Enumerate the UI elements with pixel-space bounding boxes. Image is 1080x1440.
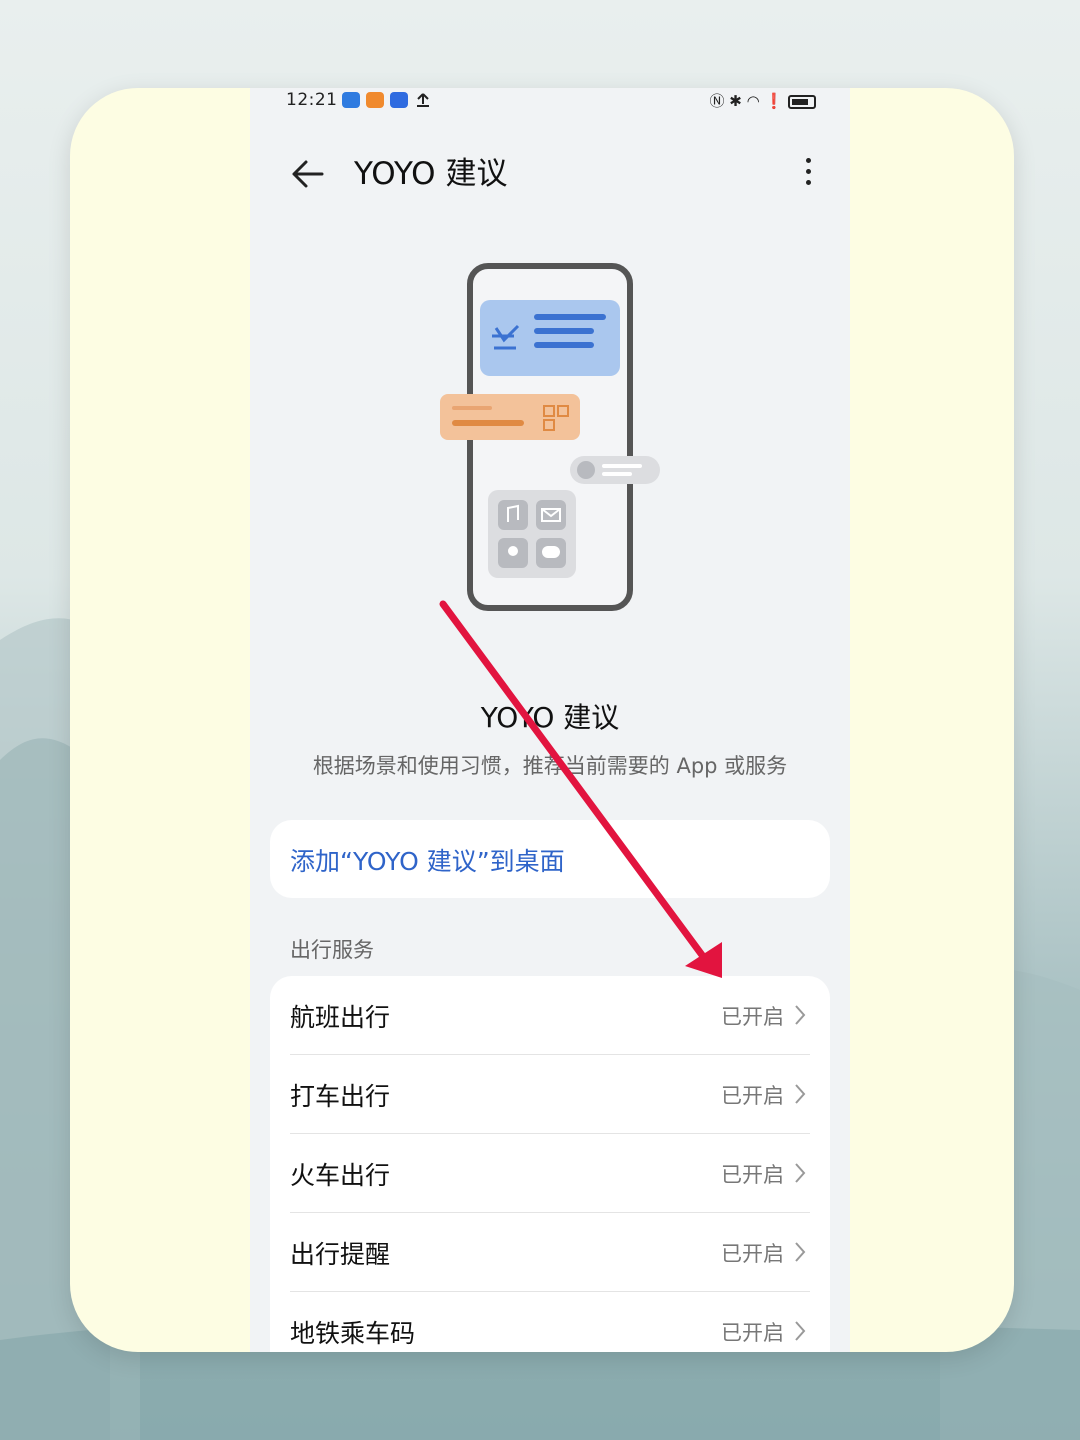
- list-item-label: 火车出行: [290, 1161, 391, 1190]
- feature-title: YOYO 建议: [480, 701, 620, 734]
- list-item-label: 地铁乘车码: [290, 1319, 416, 1348]
- list-item-label: 航班出行: [290, 1003, 391, 1032]
- shopping-app-icon: [366, 92, 384, 108]
- feature-description: 根据场景和使用习惯，推荐当前需要的 App 或服务: [312, 754, 788, 778]
- battery-icon: [788, 94, 816, 109]
- status-bar: 12:21 Ⓝ ✱ ◠ ❗: [250, 88, 850, 114]
- chevron-right-icon: [795, 1084, 806, 1104]
- list-item[interactable]: 出行提醒 已开启: [290, 1213, 810, 1292]
- list-item-status: 已开启: [721, 1005, 784, 1029]
- status-time: 12:21: [286, 90, 338, 110]
- list-item[interactable]: 地铁乘车码 已开启: [290, 1292, 810, 1352]
- list-item-status: 已开启: [721, 1163, 784, 1187]
- screenshot-card: 12:21 Ⓝ ✱ ◠ ❗ YOYO 建议 YOYO 建议 根据场景和使用习惯，…: [70, 88, 1014, 1352]
- nfc-icon: Ⓝ: [709, 92, 725, 110]
- cloud-app-icon: [342, 92, 360, 108]
- honor-app-icon: [390, 92, 408, 108]
- upload-icon: [417, 93, 429, 107]
- phone-screen: 12:21 Ⓝ ✱ ◠ ❗ YOYO 建议 YOYO 建议 根据场景和使用习惯，…: [250, 88, 850, 1352]
- app-header: YOYO 建议: [250, 146, 850, 202]
- arrow-left-icon[interactable]: [288, 154, 328, 194]
- list-item-status: 已开启: [721, 1242, 784, 1266]
- list-item-status: 已开启: [721, 1084, 784, 1108]
- add-to-desktop-link[interactable]: 添加“YOYO 建议”到桌面: [290, 842, 565, 878]
- alert-icon: ❗: [764, 92, 784, 110]
- chevron-right-icon: [795, 1242, 806, 1262]
- list-item-label: 出行提醒: [290, 1240, 391, 1269]
- more-vertical-icon[interactable]: [796, 152, 820, 196]
- add-to-desktop-card[interactable]: 添加“YOYO 建议”到桌面: [270, 820, 830, 898]
- wifi-icon: ◠: [746, 92, 760, 110]
- status-right-icons: Ⓝ ✱ ◠ ❗: [709, 90, 816, 111]
- list-item[interactable]: 打车出行 已开启: [290, 1055, 810, 1134]
- chevron-right-icon: [795, 1321, 806, 1341]
- chevron-right-icon: [795, 1005, 806, 1025]
- service-list: 航班出行 已开启 打车出行 已开启 火车出行 已开启 出行提醒 已开启 地铁乘车…: [270, 976, 830, 1352]
- bluetooth-icon: ✱: [729, 92, 742, 110]
- list-item[interactable]: 航班出行 已开启: [290, 976, 810, 1055]
- yoyo-illustration: [440, 263, 660, 611]
- list-item[interactable]: 火车出行 已开启: [290, 1134, 810, 1213]
- page-title: YOYO 建议: [354, 156, 508, 192]
- list-item-status: 已开启: [721, 1321, 784, 1345]
- section-label: 出行服务: [290, 938, 374, 962]
- list-item-label: 打车出行: [290, 1082, 391, 1111]
- chevron-right-icon: [795, 1163, 806, 1183]
